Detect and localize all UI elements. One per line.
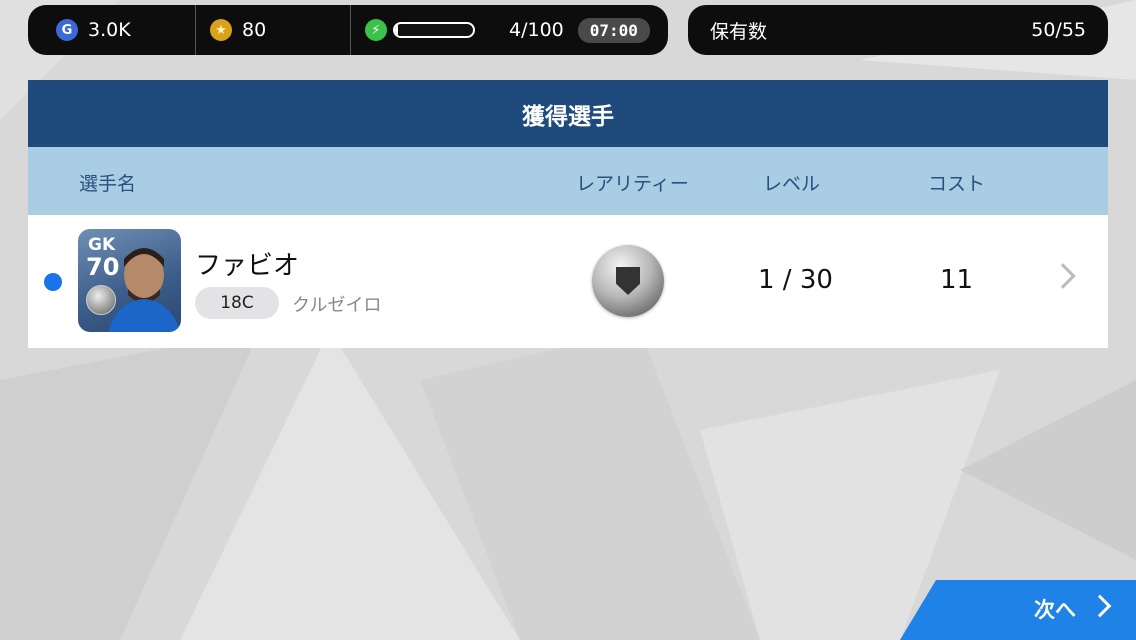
column-cost: コスト	[928, 173, 986, 195]
chevron-right-icon	[1088, 594, 1112, 618]
new-indicator-dot	[44, 273, 62, 291]
chevron-right-icon[interactable]	[1050, 263, 1076, 289]
holdings-value: 50/55	[1031, 19, 1086, 41]
resource-bar: G 3.0K ★ 80 ⚡ 4/100 07:00	[28, 5, 668, 55]
rarity-badge-icon	[86, 285, 116, 315]
player-name: ファビオ	[195, 251, 300, 281]
energy-counter[interactable]: ⚡ 4/100 07:00	[351, 5, 668, 55]
player-cost: 11	[940, 265, 974, 295]
energy-bar	[393, 22, 475, 38]
energy-timer: 07:00	[577, 17, 650, 43]
next-button[interactable]: 次へ	[900, 580, 1136, 640]
panel-title: 獲得選手	[28, 80, 1108, 147]
gp-value: 3.0K	[88, 19, 131, 41]
gp-counter[interactable]: G 3.0K	[28, 5, 196, 55]
coin-value: 80	[242, 19, 267, 41]
column-name: 選手名	[79, 173, 137, 195]
energy-value: 4/100	[509, 19, 564, 41]
acquired-players-panel: 獲得選手 選手名 レアリティー レベル コスト GK 70 ファビオ 18C ク…	[28, 80, 1108, 348]
player-position: GK	[88, 235, 116, 255]
holdings-bar: 保有数 50/55	[688, 5, 1108, 55]
energy-bar-fill	[395, 24, 399, 36]
next-button-label: 次へ	[1034, 598, 1076, 622]
silver-ball-icon	[592, 245, 664, 317]
star-coin-icon: ★	[210, 19, 232, 41]
crest-icon	[616, 267, 640, 295]
season-badge: 18C	[195, 287, 279, 319]
column-rarity: レアリティー	[576, 173, 689, 195]
coin-counter[interactable]: ★ 80	[196, 5, 351, 55]
player-rating: 70	[86, 253, 120, 281]
column-level: レベル	[763, 173, 821, 195]
player-row[interactable]: GK 70 ファビオ 18C クルゼイロ 1 / 30 11	[28, 215, 1108, 348]
gp-coin-icon: G	[56, 19, 78, 41]
column-header: 選手名 レアリティー レベル コスト	[28, 147, 1108, 215]
player-club: クルゼイロ	[292, 295, 382, 316]
player-card[interactable]: GK 70	[78, 229, 181, 332]
energy-icon: ⚡	[365, 19, 387, 41]
player-level: 1 / 30	[758, 265, 833, 295]
holdings-label: 保有数	[710, 20, 768, 43]
